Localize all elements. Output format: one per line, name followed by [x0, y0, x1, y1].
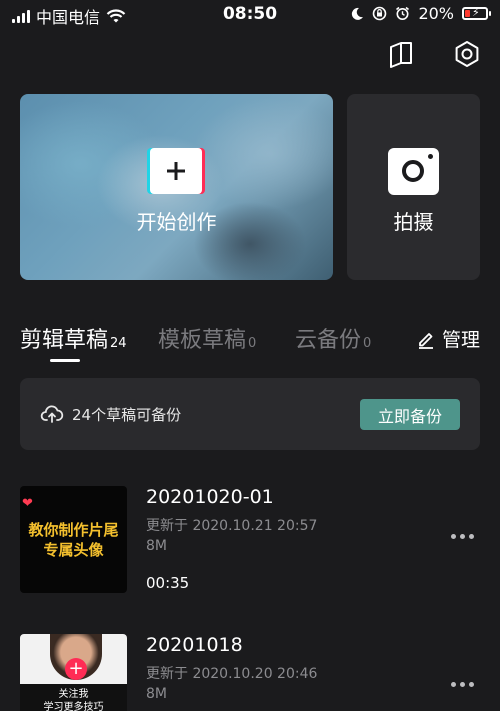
draft-size: 8M	[146, 686, 167, 702]
status-bar: 中国电信 08:50 20% ⚡	[0, 0, 500, 30]
plus-icon: +	[65, 658, 87, 680]
shoot-card[interactable]: 拍摄	[347, 94, 480, 280]
tab-template-drafts[interactable]: 模板草稿 0	[158, 322, 256, 354]
more-options-icon[interactable]	[451, 534, 474, 539]
alarm-icon	[396, 6, 410, 20]
plus-icon	[150, 148, 202, 194]
battery-percent: 20%	[418, 4, 454, 23]
thumbnail-caption: 关注我 学习更多技巧	[20, 688, 127, 711]
start-creation-label: 开始创作	[136, 210, 217, 234]
draft-thumbnail: + 关注我 学习更多技巧	[20, 634, 127, 711]
cloud-upload-icon	[40, 405, 64, 423]
draft-title: 20201020-01	[146, 486, 274, 508]
draft-tabs: 剪辑草稿 24 模板草稿 0 云备份 0 管理	[20, 322, 480, 362]
thumbnail-caption-line: 关注我	[58, 689, 89, 700]
shoot-label: 拍摄	[393, 210, 434, 234]
draft-size: 8M	[146, 538, 167, 554]
draft-updated: 更新于 2020.10.20 20:46	[146, 666, 318, 682]
backup-now-button[interactable]: 立即备份	[360, 399, 460, 430]
tab-count: 24	[110, 336, 127, 351]
tab-cloud-backup[interactable]: 云备份 0	[295, 322, 371, 354]
draft-thumbnail: ❤ 教你制作片尾 专属头像	[20, 486, 127, 593]
thumbnail-caption-line: 学习更多技巧	[43, 702, 104, 711]
settings-hexagon-icon[interactable]	[453, 40, 481, 68]
camera-icon	[388, 148, 439, 195]
moon-icon	[352, 7, 364, 20]
backup-count-text: 24个草稿可备份	[72, 406, 182, 424]
thumbnail-caption: 教你制作片尾 专属头像	[20, 520, 127, 560]
draft-updated: 更新于 2020.10.21 20:57	[146, 518, 318, 534]
tab-label: 剪辑草稿	[20, 328, 109, 353]
thumbnail-caption-line: 教你制作片尾	[28, 521, 119, 539]
active-tab-indicator	[50, 359, 80, 362]
battery-icon: ⚡	[462, 6, 491, 20]
tab-label: 云备份	[295, 328, 362, 353]
edit-icon	[418, 332, 433, 349]
draft-item[interactable]: ❤ 教你制作片尾 专属头像 20201020-01 更新于 2020.10.21…	[20, 486, 480, 596]
backup-banner: 24个草稿可备份 立即备份	[20, 378, 480, 450]
tab-count: 0	[248, 336, 257, 351]
tab-count: 0	[363, 336, 372, 351]
book-icon[interactable]	[387, 40, 415, 68]
more-options-icon[interactable]	[451, 682, 474, 687]
manage-label: 管理	[441, 329, 480, 351]
tab-label: 模板草稿	[158, 328, 247, 353]
draft-title: 20201018	[146, 634, 243, 656]
manage-button[interactable]: 管理	[416, 325, 480, 352]
rotation-lock-icon	[373, 6, 387, 21]
heart-icon: ❤	[22, 496, 33, 511]
start-creation-card[interactable]: 开始创作	[20, 94, 333, 280]
thumbnail-caption-line: 专属头像	[43, 541, 104, 559]
draft-item[interactable]: + 关注我 学习更多技巧 20201018 更新于 2020.10.20 20:…	[20, 634, 480, 711]
draft-duration: 00:35	[146, 574, 190, 592]
tab-edit-drafts[interactable]: 剪辑草稿 24	[20, 322, 127, 354]
status-right: 20% ⚡	[350, 4, 491, 23]
